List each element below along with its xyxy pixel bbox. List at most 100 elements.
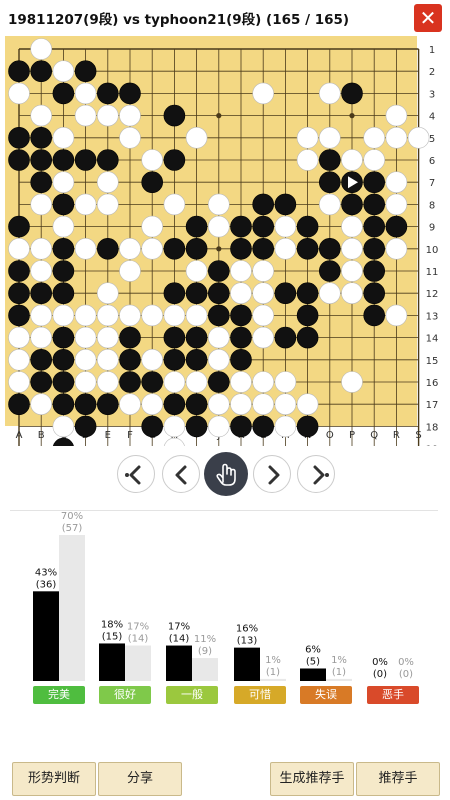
row-label: 2: [429, 67, 435, 78]
white-stone: [341, 371, 363, 393]
prev-move-button[interactable]: [162, 455, 200, 493]
white-stone: [385, 193, 408, 216]
go-board-area[interactable]: ABCDEFGHIJKLMNOPQRS123456789101112131415…: [0, 36, 450, 460]
white-stone: [52, 415, 75, 438]
white-stone: [185, 260, 208, 282]
go-board[interactable]: ABCDEFGHIJKLMNOPQRS123456789101112131415…: [0, 36, 450, 460]
white-stone: [97, 171, 119, 193]
white-stone: [185, 371, 208, 393]
white-stone: [341, 149, 363, 171]
black-stone: [230, 415, 252, 438]
black-stone: [341, 82, 363, 105]
white-stone: [252, 260, 275, 282]
white-stone: [141, 238, 163, 260]
col-label: P: [349, 430, 355, 441]
white-stone: [341, 260, 363, 282]
white-stone: [97, 326, 119, 349]
white-stone: [97, 371, 119, 393]
row-label: 4: [429, 112, 435, 123]
white-stone: [52, 60, 75, 83]
black-stone: [52, 437, 75, 460]
white-stone: [119, 393, 141, 416]
white-stone: [8, 371, 30, 393]
black-stone: [363, 260, 386, 282]
row-label: 10: [426, 245, 439, 256]
white-stone: [163, 415, 186, 438]
situation-judgement-button[interactable]: 形势判断: [12, 762, 96, 796]
white-stone: [8, 348, 30, 371]
first-move-button[interactable]: [117, 455, 155, 493]
black-stone: [52, 149, 75, 171]
black-stone: [185, 215, 208, 238]
black-stone: [363, 215, 386, 238]
recommend-button[interactable]: 推荐手: [356, 762, 440, 796]
white-stone: [119, 104, 141, 127]
move-quality-panel: [10, 510, 438, 713]
row-label: 15: [426, 356, 439, 367]
white-stone: [141, 304, 163, 327]
last-move-icon: [313, 465, 329, 485]
col-label: F: [127, 430, 133, 441]
white-stone: [97, 282, 119, 305]
white-stone: [208, 393, 230, 416]
white-stone: [52, 304, 75, 327]
white-stone: [30, 326, 53, 349]
black-stone: [163, 326, 186, 349]
white-stone: [363, 127, 386, 149]
white-stone: [252, 393, 275, 416]
hand-tap-icon: [216, 463, 236, 486]
white-stone: [141, 348, 163, 371]
black-stone: [363, 238, 386, 260]
hand-tap-button[interactable]: [204, 452, 248, 496]
black-stone: [296, 238, 319, 260]
white-stone: [230, 371, 252, 393]
next-move-icon: [268, 465, 280, 485]
next-move-button[interactable]: [253, 455, 291, 493]
black-stone: [208, 282, 230, 305]
last-move-button[interactable]: [297, 455, 335, 493]
black-stone: [141, 371, 163, 393]
white-stone: [208, 415, 230, 438]
black-stone: [208, 304, 230, 327]
white-stone: [8, 326, 30, 349]
black-stone: [385, 215, 408, 238]
category-label: 恶手: [367, 686, 419, 704]
star-point: [349, 113, 355, 119]
black-stone: [119, 82, 141, 105]
black-stone: [185, 282, 208, 305]
black-stone: [74, 393, 97, 416]
star-point: [216, 246, 222, 252]
black-stone: [52, 82, 75, 105]
black-stone: [252, 415, 275, 438]
row-label: 1: [429, 45, 435, 56]
black-stone: [52, 238, 75, 260]
black-stone: [185, 238, 208, 260]
black-stone: [163, 393, 186, 416]
black-stone: [97, 393, 119, 416]
black-stone: [230, 326, 252, 349]
close-button[interactable]: ✕: [414, 4, 442, 32]
black-stone: [8, 215, 30, 238]
white-stone: [385, 127, 408, 149]
black-stone: [119, 326, 141, 349]
black-stone: [185, 415, 208, 438]
black-stone: [296, 282, 319, 305]
black-stone: [296, 326, 319, 349]
white-stone: [341, 282, 363, 305]
black-stone: [185, 393, 208, 416]
white-stone: [185, 304, 208, 327]
category-label: 可惜: [234, 686, 286, 704]
generate-recommend-button[interactable]: 生成推荐手: [270, 762, 354, 796]
white-stone: [208, 348, 230, 371]
black-stone: [119, 348, 141, 371]
white-stone: [141, 393, 163, 416]
black-stone: [274, 193, 297, 216]
black-stone: [74, 415, 97, 438]
share-button[interactable]: 分享: [98, 762, 182, 796]
white-stone: [163, 437, 186, 460]
black-stone: [8, 282, 30, 305]
white-stone: [30, 38, 53, 60]
black-stone: [52, 260, 75, 282]
white-stone: [52, 215, 75, 238]
row-label: 18: [426, 422, 439, 433]
